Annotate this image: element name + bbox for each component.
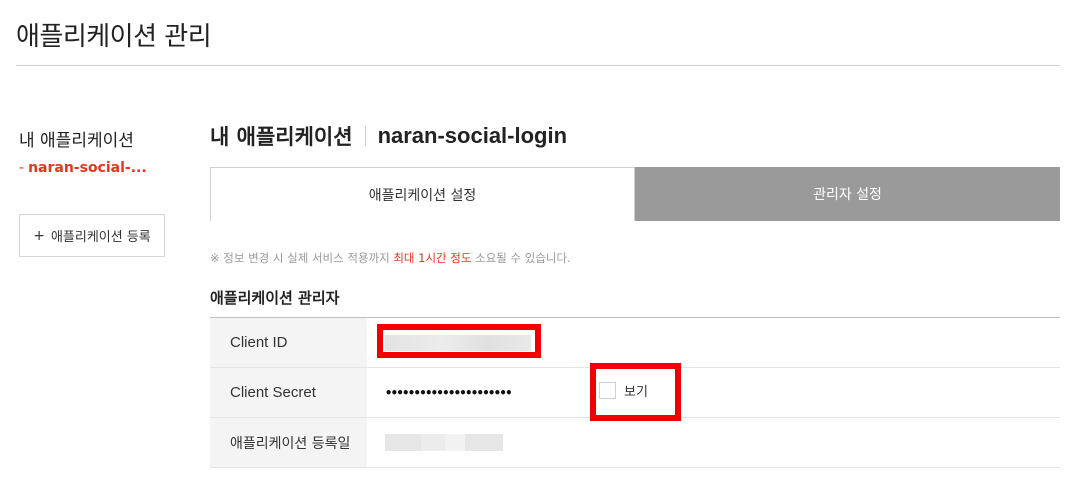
sidebar-item-naran-social[interactable]: - naran-social-... (19, 160, 147, 176)
app-name: naran-social-login (377, 123, 568, 148)
title-divider (16, 65, 1060, 66)
registered-date-cell (367, 418, 1060, 467)
notice-suffix: 소요될 수 있습니다. (471, 251, 571, 265)
change-notice: ※ 정보 변경 시 실제 서비스 적용까지 최대 1시간 정도 소요될 수 있습… (210, 250, 571, 266)
app-management-page: 애플리케이션 관리 내 애플리케이션 - naran-social-... + 애… (0, 0, 1085, 485)
client-secret-cell: •••••••••••••••••••••• 보기 (367, 363, 1060, 421)
client-secret-value: •••••••••••••••••••••• (385, 385, 512, 400)
settings-tabs: 애플리케이션 설정 관리자 설정 (210, 167, 1060, 221)
client-id-label: Client ID (210, 318, 367, 367)
client-id-cell (367, 318, 1060, 367)
registered-date-value (385, 434, 503, 451)
section-title: 애플리케이션 관리자 (210, 289, 340, 307)
client-secret-label: Client Secret (210, 368, 367, 417)
highlight-frame (590, 363, 681, 421)
register-app-button[interactable]: + 애플리케이션 등록 (19, 214, 165, 257)
table-row: Client Secret •••••••••••••••••••••• 보기 (210, 363, 1060, 421)
notice-prefix: ※ 정보 변경 시 실제 서비스 적용까지 (210, 251, 394, 265)
tab-app-settings[interactable]: 애플리케이션 설정 (210, 167, 635, 221)
plus-icon: + (33, 227, 45, 244)
page-title: 애플리케이션 관리 (16, 22, 212, 52)
register-app-label: 애플리케이션 등록 (50, 230, 151, 245)
main-title: 내 애플리케이션 naran-social-login (210, 121, 567, 151)
registered-date-label: 애플리케이션 등록일 (210, 418, 367, 467)
sidebar-item-prefix: - (19, 160, 25, 176)
sidebar-item-label: naran-social-... (28, 160, 147, 176)
my-apps-title: 내 애플리케이션 (210, 125, 353, 149)
app-info-table: Client ID Client Secret ••••••••••••••••… (210, 317, 1060, 468)
highlight-frame (377, 324, 541, 358)
tab-admin-settings[interactable]: 관리자 설정 (635, 167, 1060, 221)
notice-highlight: 최대 1시간 정도 (393, 251, 472, 265)
sidebar-heading: 내 애플리케이션 (19, 131, 134, 151)
table-row: 애플리케이션 등록일 (210, 418, 1060, 468)
title-separator (364, 126, 366, 146)
table-row: Client ID (210, 318, 1060, 368)
